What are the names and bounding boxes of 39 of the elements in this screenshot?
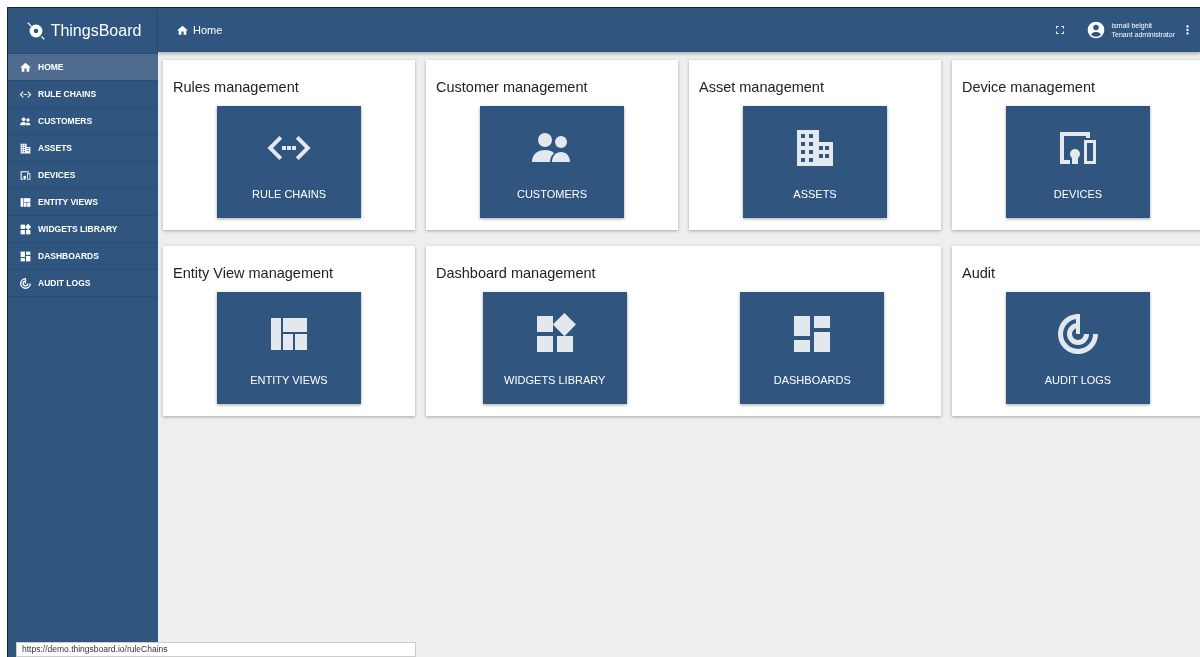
tile-button[interactable]: CUSTOMERS <box>480 106 624 218</box>
card-title: Device management <box>961 78 1096 97</box>
dashboard-icon <box>19 249 32 263</box>
sidebar-item[interactable]: WIDGETS LIBRARY <box>8 216 158 243</box>
sidebar-item[interactable]: AUDIT LOGS <box>8 270 158 297</box>
sidebar-item[interactable]: DASHBOARDS <box>8 243 158 270</box>
fullscreen-icon[interactable] <box>1053 24 1066 36</box>
devices-icon <box>19 168 32 182</box>
breadcrumb-link[interactable]: Home <box>176 23 223 37</box>
tile-button[interactable]: AUDIT LOGS <box>1006 292 1150 404</box>
tile-button[interactable]: ASSETS <box>743 106 887 218</box>
sidebar-item[interactable]: RULE CHAINS <box>8 81 158 108</box>
card-title: Customer management <box>435 78 589 97</box>
tile-button[interactable]: ENTITY VIEWS <box>217 292 361 404</box>
home-icon <box>19 60 32 74</box>
sidebar-item[interactable]: HOME <box>8 54 158 81</box>
status-url: https://demo.thingsboard.io/ruleChains <box>16 642 416 657</box>
app-title: ThingsBoard <box>50 21 142 40</box>
tile-button[interactable]: DASHBOARDS <box>740 292 885 404</box>
more-menu-icon[interactable] <box>1185 23 1190 37</box>
card-title: Audit <box>961 264 997 283</box>
building-icon <box>19 141 32 155</box>
card-title: Entity View management <box>172 264 335 283</box>
widgets-icon <box>19 222 32 236</box>
sidebar-item[interactable]: ASSETS <box>8 135 158 162</box>
card-title: Asset management <box>698 78 825 97</box>
card-title: Rules management <box>172 78 300 97</box>
tile-button[interactable]: WIDGETS LIBRARY <box>482 292 627 404</box>
sidebar-item[interactable]: DEVICES <box>8 162 158 189</box>
card-title: Dashboard management <box>435 264 597 283</box>
grid-panels-icon <box>19 195 32 209</box>
sidebar-item[interactable]: ENTITY VIEWS <box>8 189 158 216</box>
account-icon[interactable] <box>1085 20 1106 40</box>
tile-button[interactable]: RULE CHAINS <box>217 106 361 218</box>
people-icon <box>19 114 32 128</box>
tile-button[interactable]: DEVICES <box>1006 106 1150 218</box>
sidebar-item[interactable]: CUSTOMERS <box>8 108 158 135</box>
home-icon <box>176 23 189 37</box>
target-icon <box>19 276 32 290</box>
